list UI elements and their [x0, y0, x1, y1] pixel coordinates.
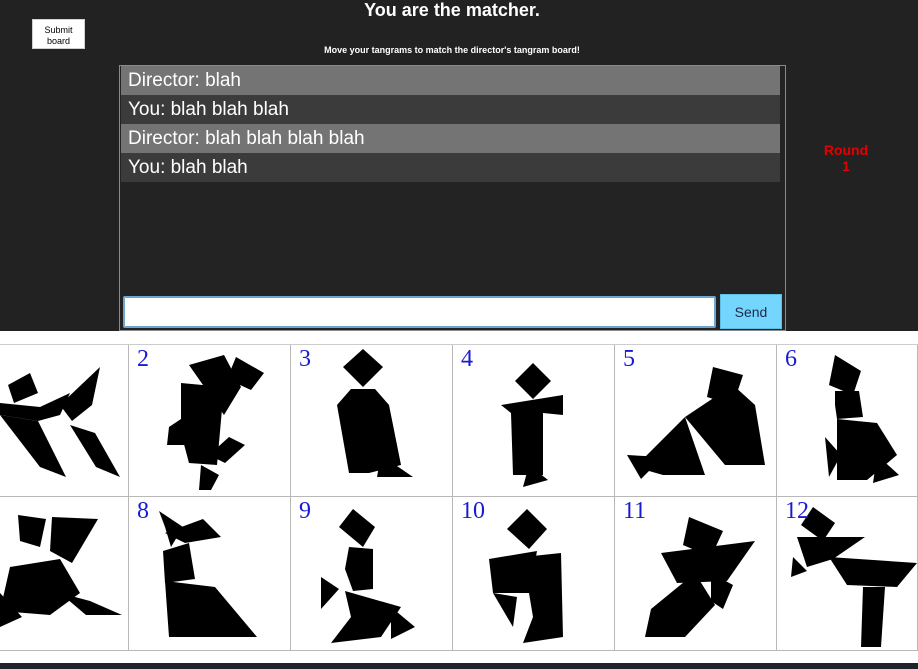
tangram-figure-icon	[627, 367, 765, 479]
tangram-tile[interactable]	[0, 345, 129, 497]
tangram-tile[interactable]: 12	[777, 497, 918, 651]
tile-number: 2	[137, 346, 149, 372]
tangram-figure-icon	[0, 367, 120, 477]
tangram-figure-icon	[337, 349, 413, 477]
tangram-figure-icon	[321, 509, 415, 643]
send-button[interactable]: Send	[720, 294, 782, 329]
instructions-text: Move your tangrams to match the director…	[324, 45, 580, 55]
chat-log[interactable]: Director: blah You: blah blah blah Direc…	[119, 65, 786, 331]
tangram-tile[interactable]: 11	[615, 497, 777, 651]
tangram-figure-icon	[825, 355, 899, 483]
tile-number: 11	[623, 498, 647, 524]
page-title: You are the matcher.	[364, 0, 540, 20]
bottom-bar	[0, 663, 918, 669]
round-indicator: Round 1	[823, 142, 869, 174]
tangram-tile[interactable]: 6	[777, 345, 918, 497]
chat-message-director: Director: blah blah blah blah	[121, 124, 780, 153]
tile-number: 12	[785, 498, 809, 524]
tangram-tile[interactable]: 5	[615, 345, 777, 497]
chat-message-you: You: blah blah blah	[121, 95, 780, 124]
tile-number: 8	[137, 498, 149, 524]
tangram-tile[interactable]	[0, 497, 129, 651]
tangram-tile[interactable]: 9	[291, 497, 453, 651]
tile-number: 9	[299, 498, 311, 524]
chat-input[interactable]	[123, 296, 716, 328]
chat-message-you: You: blah blah	[121, 153, 780, 182]
tile-number: 3	[299, 346, 311, 372]
tangram-tile[interactable]: 10	[453, 497, 615, 651]
tangram-tile[interactable]: 8	[129, 497, 291, 651]
tile-number: 6	[785, 346, 797, 372]
tile-number: 5	[623, 346, 635, 372]
tangram-figure-icon	[167, 355, 264, 490]
tangram-tile[interactable]: 3	[291, 345, 453, 497]
tangram-figure-icon	[501, 363, 563, 487]
chat-message-director: Director: blah	[121, 66, 780, 95]
tile-number: 10	[461, 498, 485, 524]
tile-number: 4	[461, 346, 473, 372]
tangram-tile[interactable]: 2	[129, 345, 291, 497]
top-panel: Submit board You are the matcher. Move y…	[0, 0, 918, 331]
tangram-figure-icon	[0, 515, 122, 627]
tangram-figure-icon	[159, 511, 257, 637]
tangram-tile[interactable]: 4	[453, 345, 615, 497]
